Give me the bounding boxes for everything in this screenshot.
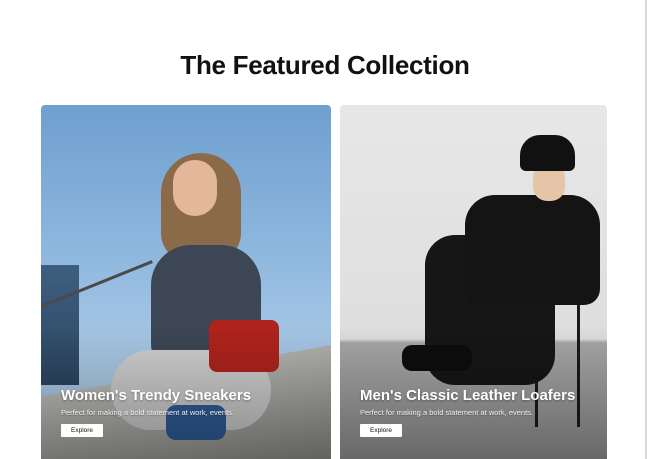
explore-button[interactable]: Explore — [61, 424, 104, 437]
card-description: Perfect for making a bold statement at w… — [360, 408, 533, 417]
explore-button[interactable]: Explore — [360, 424, 403, 437]
card-text-block: Women's Trendy Sneakers Perfect for maki… — [61, 387, 291, 437]
card-heading: Women's Trendy Sneakers — [61, 387, 252, 404]
model-torso — [465, 195, 600, 305]
card-heading: Men's Classic Leather Loafers — [360, 387, 576, 404]
bucket-hat — [520, 135, 575, 171]
model-face — [173, 160, 217, 216]
featured-collection-page: The Featured Collection Women's Trendy S… — [0, 0, 650, 459]
card-text-block: Men's Classic Leather Loafers Perfect fo… — [360, 387, 590, 437]
section-title: The Featured Collection — [180, 50, 470, 80]
product-card-women[interactable]: Women's Trendy Sneakers Perfect for maki… — [41, 105, 331, 459]
card-description: Perfect for making a bold statement at w… — [61, 408, 234, 417]
product-card-men[interactable]: Men's Classic Leather Loafers Perfect fo… — [340, 105, 607, 459]
